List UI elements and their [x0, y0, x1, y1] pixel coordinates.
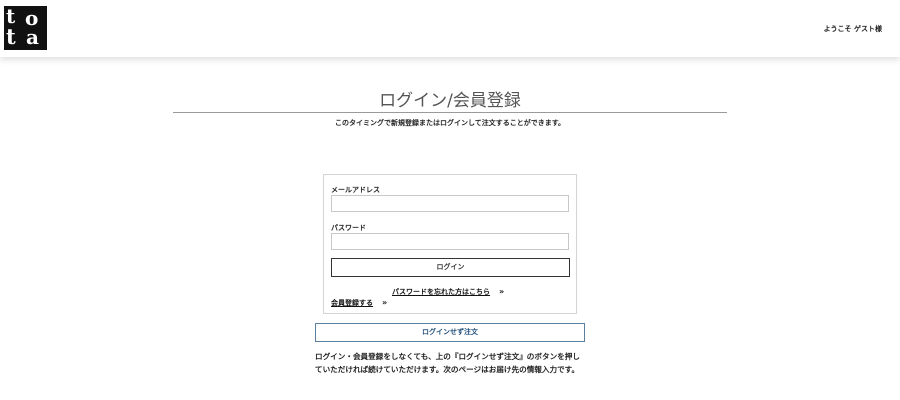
welcome-message: ようこそ ゲスト様: [823, 25, 882, 33]
chevron-double-right-icon: »: [499, 287, 505, 296]
register-link[interactable]: 会員登録する: [331, 299, 373, 307]
email-field[interactable]: [331, 195, 569, 212]
guest-note-line: ていただければ続けていただけます。次のページはお届け先の情報入力です。: [315, 365, 580, 374]
guest-note: ログイン・会員登録をしなくても、上の『ログインせず注文』のボタンを押し ていただ…: [315, 350, 605, 376]
forgot-password-row: パスワードを忘れた方はこちら »: [392, 287, 504, 297]
register-row: 会員登録する »: [331, 298, 387, 308]
guest-checkout-button[interactable]: ログインせず注文: [315, 323, 585, 342]
page: t o t a ようこそ ゲスト様 ログイン/会員登録 このタイミングで新規登録…: [0, 0, 900, 400]
logo-letter: t: [6, 6, 16, 28]
password-field[interactable]: [331, 233, 569, 250]
chevron-double-right-icon: »: [382, 298, 388, 307]
logo-letter: a: [26, 25, 39, 49]
page-subtitle: このタイミングで新規登録またはログインして注文することができます。: [334, 119, 566, 127]
forgot-password-link[interactable]: パスワードを忘れた方はこちら: [392, 288, 490, 296]
title-section: ログイン/会員登録: [173, 90, 727, 113]
guest-note-line: ログイン・会員登録をしなくても、上の『ログインせず注文』のボタンを押し: [315, 352, 580, 361]
password-label: パスワード: [331, 224, 366, 232]
page-title: ログイン/会員登録: [379, 91, 521, 111]
login-button[interactable]: ログイン: [331, 258, 570, 277]
logo-letter: t: [6, 24, 16, 49]
email-label: メールアドレス: [331, 186, 380, 194]
site-logo[interactable]: t o t a: [4, 6, 47, 50]
site-header: t o t a ようこそ ゲスト様: [0, 0, 900, 57]
login-form: メールアドレス パスワード ログイン パスワードを忘れた方はこちら » 会員登録す…: [323, 174, 577, 314]
